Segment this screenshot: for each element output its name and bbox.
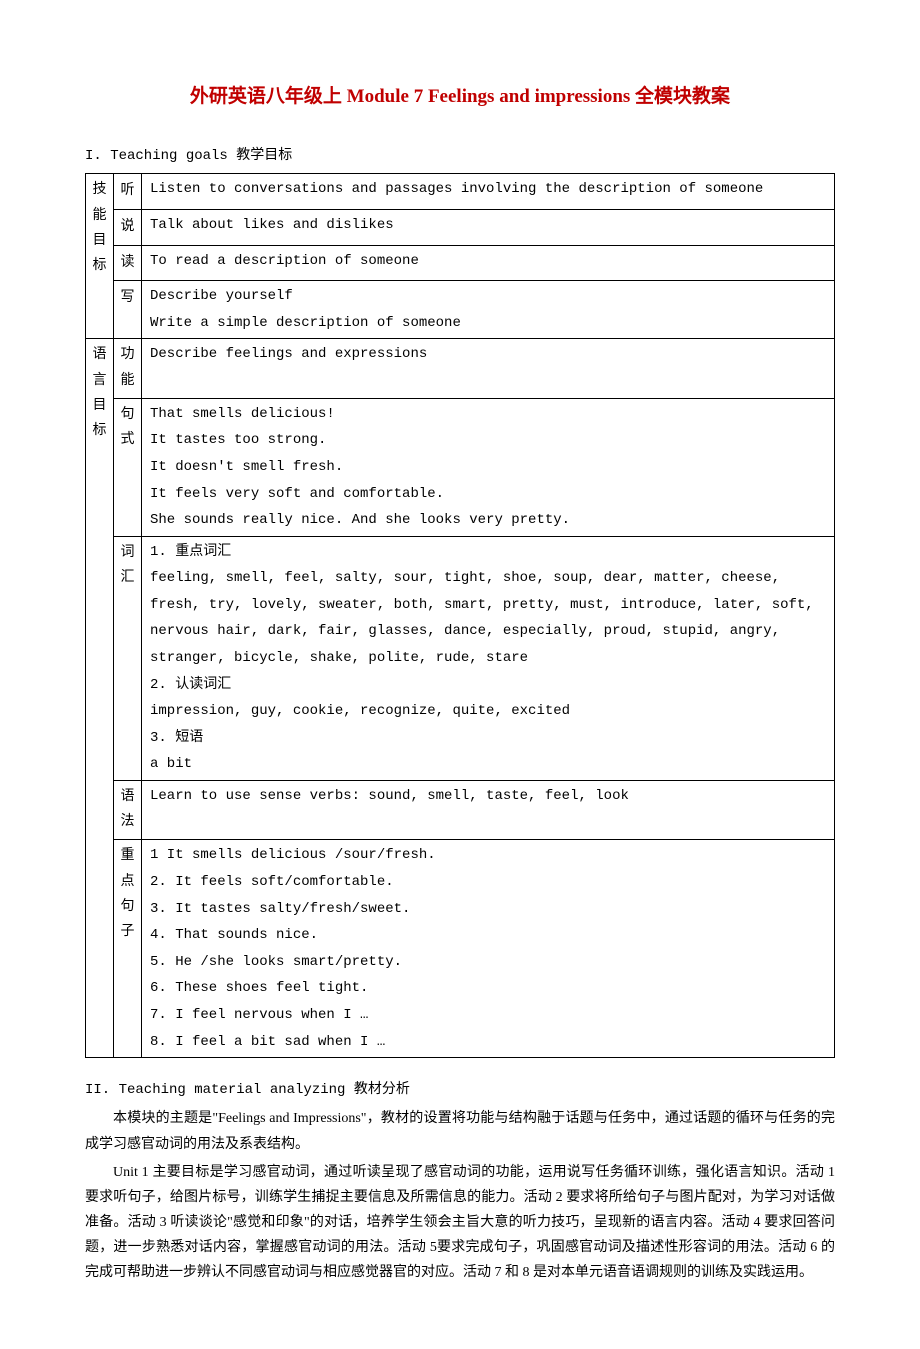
table-row: 写 Describe yourself Write a simple descr… [86,281,835,339]
table-row: 词汇 1. 重点词汇 feeling, smell, feel, salty, … [86,536,835,780]
sub-sentence-pattern: 句式 [114,398,142,536]
section1-label: I. Teaching goals 教学目标 [85,144,835,169]
table-row: 说 Talk about likes and dislikes [86,209,835,245]
content-function: Describe feelings and expressions [142,339,835,398]
section2-label: II. Teaching material analyzing 教材分析 [85,1078,835,1103]
content-write: Describe yourself Write a simple descrip… [142,281,835,339]
sub-grammar: 语法 [114,781,142,840]
sub-read: 读 [114,245,142,281]
sub-function: 功能 [114,339,142,398]
sub-key-sentences: 重点句子 [114,840,142,1058]
content-listen: Listen to conversations and passages inv… [142,174,835,210]
sub-write: 写 [114,281,142,339]
section2-analysis: II. Teaching material analyzing 教材分析 本模块… [85,1078,835,1286]
content-sentence-pattern: That smells delicious! It tastes too str… [142,398,835,536]
sub-listen: 听 [114,174,142,210]
table-row: 重点句子 1 It smells delicious /sour/fresh. … [86,840,835,1058]
table-row: 语言目标 功能 Describe feelings and expression… [86,339,835,398]
category-language: 语言目标 [86,339,114,1058]
analysis-para1: 本模块的主题是"Feelings and Impressions"，教材的设置将… [85,1106,835,1156]
table-row: 句式 That smells delicious! It tastes too … [86,398,835,536]
page-title: 外研英语八年级上 Module 7 Feelings and impressio… [85,80,835,114]
teaching-goals-table: 技能目标 听 Listen to conversations and passa… [85,173,835,1058]
content-key-sentences: 1 It smells delicious /sour/fresh. 2. It… [142,840,835,1058]
table-row: 读 To read a description of someone [86,245,835,281]
content-grammar: Learn to use sense verbs: sound, smell, … [142,781,835,840]
category-skills: 技能目标 [86,174,114,339]
content-vocabulary: 1. 重点词汇 feeling, smell, feel, salty, sou… [142,536,835,780]
content-read: To read a description of someone [142,245,835,281]
content-speak: Talk about likes and dislikes [142,209,835,245]
analysis-para2: Unit 1 主要目标是学习感官动词，通过听读呈现了感官动词的功能，运用说写任务… [85,1160,835,1286]
table-row: 语法 Learn to use sense verbs: sound, smel… [86,781,835,840]
sub-speak: 说 [114,209,142,245]
sub-vocabulary: 词汇 [114,536,142,780]
table-row: 技能目标 听 Listen to conversations and passa… [86,174,835,210]
